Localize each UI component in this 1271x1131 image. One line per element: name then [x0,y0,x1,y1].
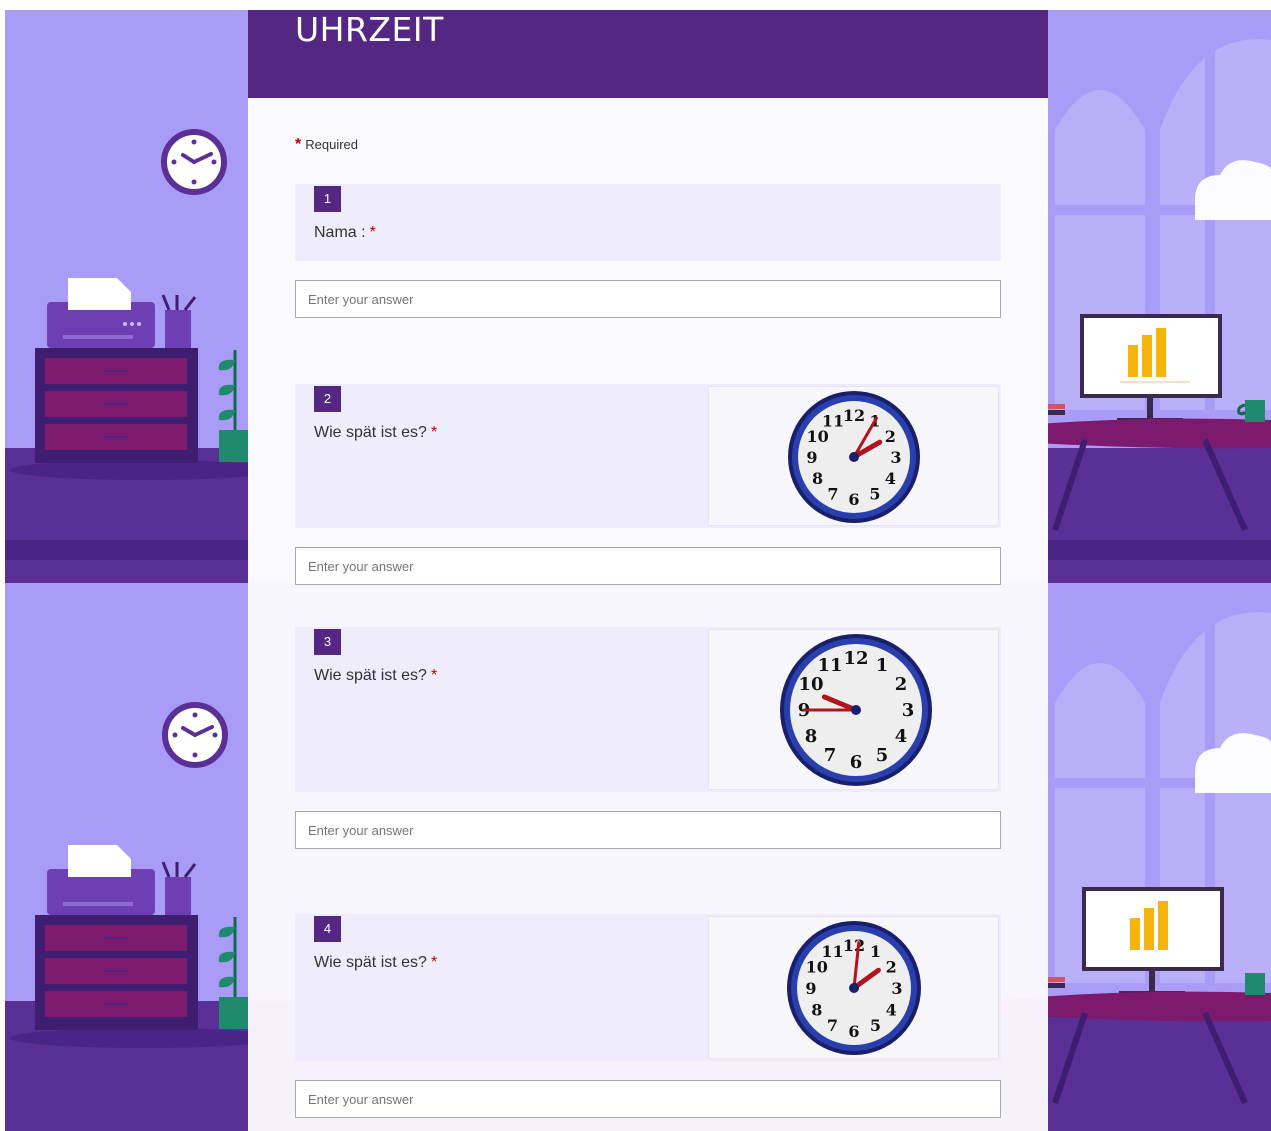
required-star: * [430,667,438,684]
clock-numeral: 7 [827,1016,838,1035]
answer-input-4[interactable] [295,1080,1001,1118]
clock-numeral: 12 [843,648,868,669]
clock-numeral: 8 [805,726,818,747]
wall-clock-icon [161,129,227,195]
question-number: 2 [314,386,341,412]
question-label: Wie spät ist es? * [314,424,437,442]
required-star: * [430,954,438,971]
clock-numeral: 9 [805,979,816,998]
clock-numeral: 11 [821,942,843,961]
answer-input-2[interactable] [295,547,1001,585]
required-star: * [430,424,438,441]
question-number: 4 [314,916,341,942]
required-star: * [369,224,376,241]
clock-numeral: 10 [798,674,823,695]
clock-numeral: 11 [822,412,844,431]
required-note-text: Required [305,137,358,152]
form-title: UHRZEIT [295,10,444,49]
clock-numeral: 2 [886,958,897,977]
question-label: Wie spät ist es? * [314,954,437,972]
question-1: 1 Nama : * [295,184,1001,261]
clock-numeral: 4 [885,469,896,488]
answer-input-1[interactable] [295,280,1001,318]
question-label: Nama : * [314,224,376,242]
clock-numeral: 2 [885,427,896,446]
question-number: 1 [314,186,341,212]
clock-numeral: 12 [843,406,865,425]
clock-numeral: 9 [806,448,817,467]
question-image: 121234567891011 [708,916,999,1059]
question-label: Wie spät ist es? * [314,667,437,685]
question-label-text: Wie spät ist es? [314,954,427,971]
clock-numeral: 8 [812,469,823,488]
question-number: 3 [314,629,341,655]
clock-numeral: 7 [827,484,838,503]
clock-numeral: 6 [850,752,863,773]
clock-numeral: 6 [848,1022,859,1041]
clock-numeral: 3 [902,700,915,721]
screenshot-area: UHRZEIT *Required 1 Nama :* 2 Wie spät i… [5,10,1271,1131]
clock-icon: 121234567891011 [788,391,920,523]
question-3: 3 Wie spät ist es?* 121234567891011 [295,627,1001,792]
required-note: * Required [295,136,358,154]
clock-numeral: 3 [891,979,902,998]
question-image: 121234567891011 [708,386,999,526]
answer-input-3[interactable] [295,811,1001,849]
question-label-text: Nama : [314,224,366,241]
clock-numeral: 8 [811,1001,822,1020]
clock-numeral: 5 [869,484,880,503]
question-2: 2 Wie spät ist es?* 121234567891011 [295,384,1001,528]
question-4: 4 Wie spät ist es? * 12 1 2 3 4 5 6 7 8 9 10 11 [295,914,1001,1061]
clock-icon: 121234567891011 [780,634,932,786]
clock-numeral: 1 [876,655,889,676]
clock-numeral: 5 [870,1016,881,1035]
clock-numeral: 3 [890,448,901,467]
clock-numeral: 4 [886,1001,897,1020]
clock-numeral: 1 [870,942,881,961]
question-label-text: Wie spät ist es? [314,424,427,441]
clock-numeral: 6 [848,490,859,509]
clock-numeral: 4 [895,726,908,747]
clock-numeral: 11 [817,655,842,676]
clock-numeral: 12 [843,936,865,955]
question-label-text: Wie spät ist es? [314,667,427,684]
clock-numeral: 2 [895,674,908,695]
wall-clock-icon [162,702,228,768]
clock-numeral: 7 [824,745,837,766]
required-star: * [295,136,302,153]
question-image: 121234567891011 [708,629,999,790]
clock-numeral: 5 [876,745,889,766]
clock-icon: 121234567891011 [787,921,921,1055]
